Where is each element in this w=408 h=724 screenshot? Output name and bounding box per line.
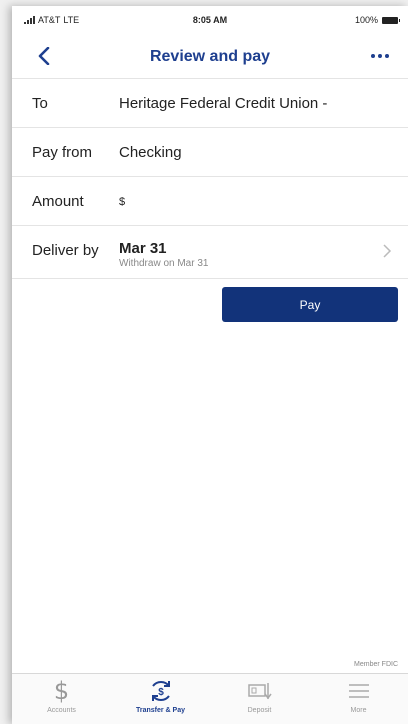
dollar-icon: $ — [53, 677, 70, 705]
to-label: To — [32, 95, 48, 112]
svg-text:$: $ — [158, 687, 164, 698]
status-time: 8:05 AM — [192, 15, 228, 25]
tab-deposit-label: Deposit — [247, 707, 272, 714]
deliver-by-row[interactable]: Deliver by Mar 31 Withdraw on Mar 31 — [12, 226, 408, 279]
status-bar: AT&T LTE 8:05 AM 100% — [12, 6, 408, 34]
phone-screen: AT&T LTE 8:05 AM 100% Review and pay To … — [12, 6, 408, 724]
ellipsis-icon — [371, 54, 389, 58]
nav-bar: Review and pay — [12, 34, 408, 79]
menu-icon — [347, 678, 371, 704]
deliver-date: Mar 31 — [119, 240, 167, 257]
tab-accounts-label: Accounts — [47, 707, 76, 714]
deliver-by-label: Deliver by — [32, 242, 99, 259]
more-options-button[interactable] — [366, 46, 394, 66]
status-right: 100% — [354, 15, 400, 25]
amount-row[interactable]: Amount $ — [12, 177, 408, 226]
tab-more-label: More — [350, 707, 367, 714]
battery-percent: 100% — [354, 15, 378, 25]
tab-transfer-pay-label: Transfer & Pay — [135, 707, 186, 714]
member-fdic-note: Member FDIC — [354, 661, 398, 668]
transfer-icon: $ — [147, 678, 175, 704]
tab-transfer-pay[interactable]: $ Transfer & Pay — [111, 674, 210, 724]
amount-value[interactable]: $ — [119, 196, 125, 208]
payee-row[interactable]: To Heritage Federal Credit Union - — [12, 79, 408, 128]
pay-button[interactable]: Pay — [222, 287, 398, 322]
deposit-icon — [246, 678, 274, 704]
tab-accounts[interactable]: $ Accounts — [12, 674, 111, 724]
payee-value: Heritage Federal Credit Union - — [119, 95, 328, 112]
tab-deposit[interactable]: Deposit — [210, 674, 309, 724]
chevron-right-icon — [383, 244, 392, 258]
pay-from-label: Pay from — [32, 144, 93, 161]
page-title: Review and pay — [149, 48, 271, 65]
tab-bar: $ Accounts $ Transfer & Pay Deposit More — [12, 673, 408, 724]
withdraw-date: Withdraw on Mar 31 — [119, 258, 209, 269]
pay-from-row[interactable]: Pay from Checking — [12, 128, 408, 177]
amount-label: Amount — [32, 193, 84, 210]
pay-from-value: Checking — [119, 144, 182, 161]
battery-icon — [382, 16, 400, 24]
tab-more[interactable]: More — [309, 674, 408, 724]
